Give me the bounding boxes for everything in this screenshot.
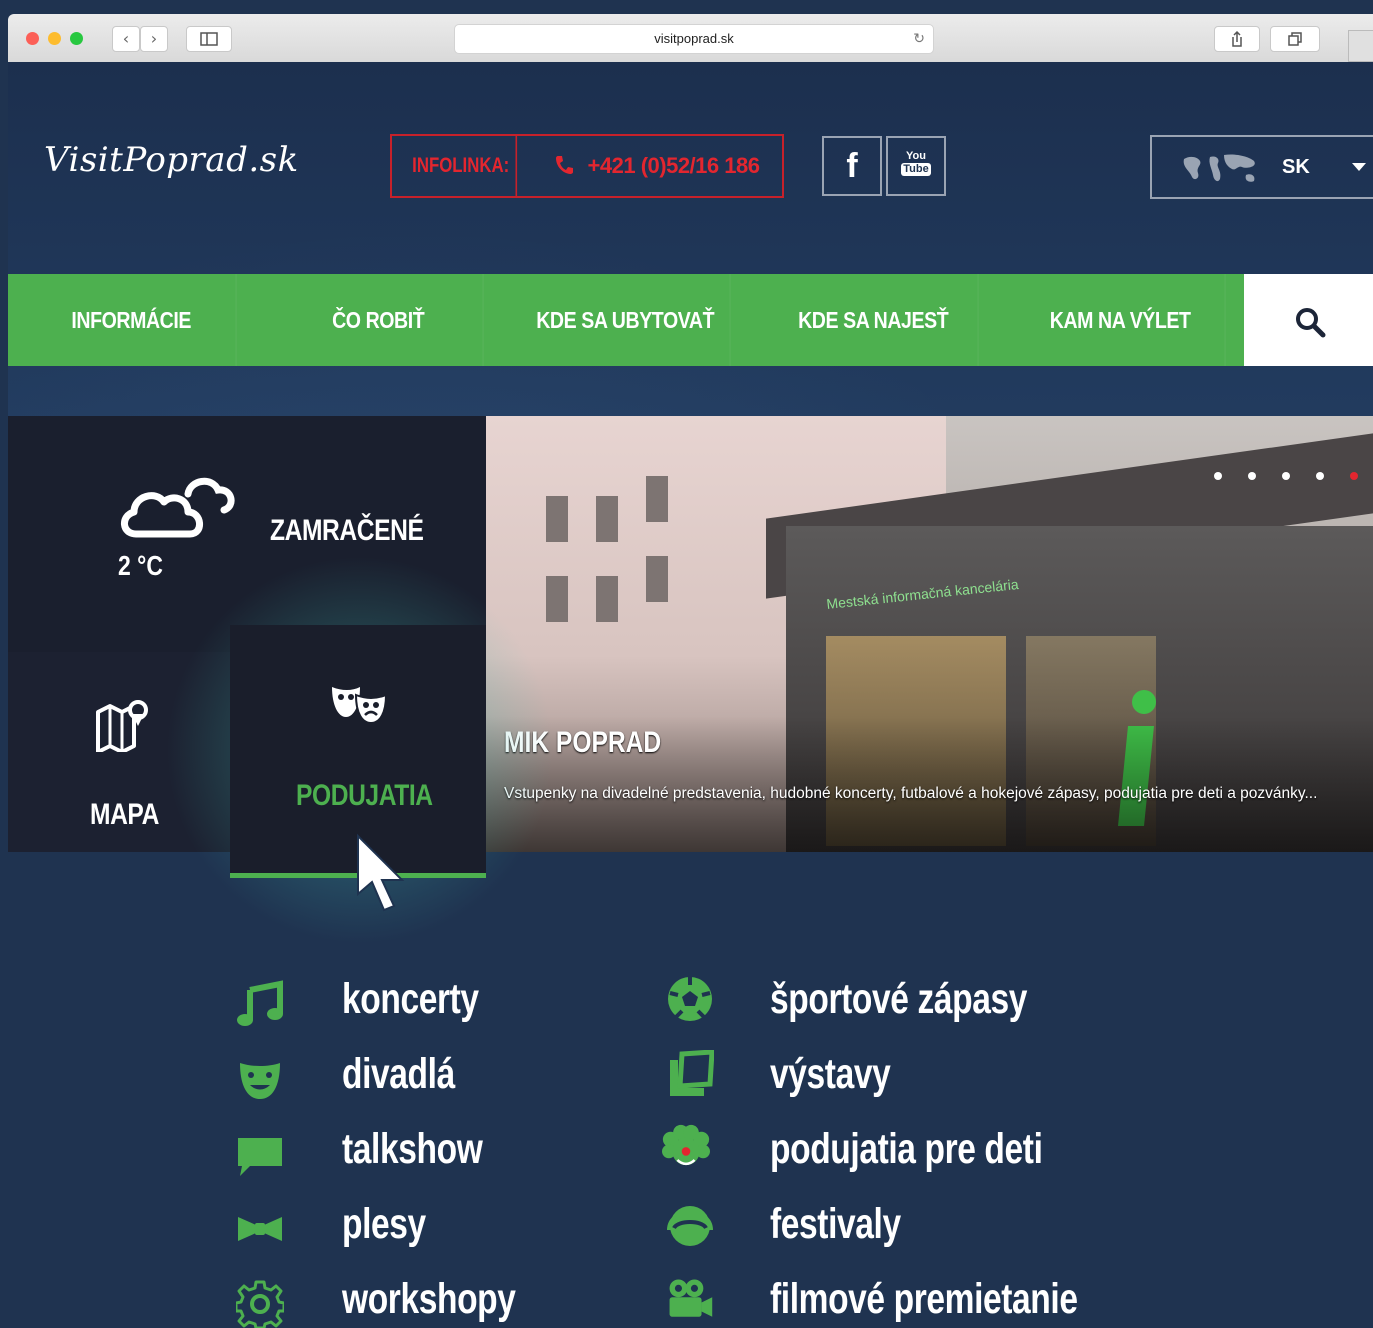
- language-code: SK: [1282, 156, 1310, 178]
- event-category-podujatia-pre-deti[interactable]: podujatia pre deti: [770, 1125, 1043, 1174]
- browser-toolbar: ‹ › visitpoprad.sk ↻: [8, 14, 1373, 63]
- music-note-icon: [237, 980, 283, 1026]
- speech-bubble-icon: [238, 1138, 282, 1176]
- cloudy-weather-icon: [121, 477, 235, 538]
- weather-temperature: 2 °C: [118, 550, 163, 581]
- theater-mask-icon: [240, 1063, 280, 1099]
- slider-dot[interactable]: [1214, 472, 1222, 480]
- site-logo[interactable]: VisitPoprad.sk: [44, 140, 299, 180]
- youtube-icon-top: You: [906, 150, 926, 162]
- event-category-workshopy[interactable]: workshopy: [342, 1275, 516, 1324]
- nav-item-kde-sa-ubytovat[interactable]: KDE SA UBYTOVAŤ: [521, 274, 732, 366]
- events-tile-label: PODUJATIA: [296, 779, 433, 812]
- infoline-phone[interactable]: +421 (0)52/16 186: [531, 136, 782, 196]
- new-tab-button[interactable]: [1348, 30, 1373, 62]
- tabs-icon: [1288, 32, 1302, 46]
- event-category-koncerty[interactable]: koncerty: [342, 975, 479, 1024]
- event-category-plesy[interactable]: plesy: [342, 1200, 426, 1249]
- hero-slider[interactable]: Mestská informačná kancelária MIK POPRAD…: [486, 416, 1373, 852]
- building-window: [546, 576, 568, 622]
- url-text: visitpoprad.sk: [654, 31, 734, 46]
- sidebar-icon: [200, 32, 218, 46]
- forward-button[interactable]: ›: [140, 26, 168, 52]
- close-window-button[interactable]: [26, 32, 39, 45]
- clown-icon: [662, 1124, 710, 1166]
- event-category-festivaly[interactable]: festivaly: [770, 1200, 901, 1249]
- event-category-sportove-zapasy[interactable]: športové zápasy: [770, 975, 1027, 1024]
- map-tile-label: MAPA: [90, 798, 159, 831]
- tabs-button[interactable]: [1270, 26, 1320, 52]
- nav-item-co-robit[interactable]: ČO ROBIŤ: [274, 274, 484, 366]
- building-window: [596, 576, 618, 622]
- chevron-down-icon: [1352, 163, 1366, 171]
- event-category-vystavy[interactable]: výstavy: [770, 1050, 891, 1099]
- bow-tie-icon: [238, 1217, 282, 1241]
- event-category-filmove-premietanie[interactable]: filmové premietanie: [770, 1275, 1078, 1324]
- building-window: [546, 496, 568, 542]
- gear-icon: [236, 1280, 284, 1328]
- main-navigation: INFORMÁCIE ČO ROBIŤ KDE SA UBYTOVAŤ KDE …: [8, 274, 1244, 366]
- share-button[interactable]: [1214, 26, 1260, 52]
- building-window: [596, 496, 618, 542]
- phone-icon: [555, 156, 573, 174]
- infoline-label: INFOLINKA:: [406, 136, 518, 196]
- map-pin-icon: [96, 700, 148, 752]
- slider-dot[interactable]: [1248, 472, 1256, 480]
- facebook-icon: f: [846, 147, 858, 185]
- maximize-window-button[interactable]: [70, 32, 83, 45]
- search-icon: [1296, 308, 1326, 338]
- slider-dot-active[interactable]: [1350, 472, 1358, 480]
- nav-item-informacie[interactable]: INFORMÁCIE: [27, 274, 237, 366]
- soccer-ball-icon: [668, 977, 712, 1021]
- back-button[interactable]: ‹: [112, 26, 140, 52]
- infoline-box[interactable]: INFOLINKA: +421 (0)52/16 186: [390, 134, 784, 198]
- address-bar[interactable]: visitpoprad.sk ↻: [454, 24, 934, 54]
- nav-item-kde-sa-najest[interactable]: KDE SA NAJESŤ: [768, 274, 979, 366]
- nav-item-kam-na-vylet[interactable]: KAM NA VÝLET: [1015, 274, 1226, 366]
- event-category-divadla[interactable]: divadlá: [342, 1050, 455, 1099]
- youtube-icon: You Tube: [888, 150, 944, 176]
- language-selector[interactable]: SK: [1150, 135, 1373, 199]
- youtube-icon-bottom: Tube: [901, 163, 931, 176]
- phone-number: +421 (0)52/16 186: [587, 153, 760, 178]
- event-category-talkshow[interactable]: talkshow: [342, 1125, 483, 1174]
- search-button[interactable]: [1244, 274, 1373, 366]
- sidebar-toggle-button[interactable]: [186, 26, 232, 52]
- building-window: [646, 556, 668, 602]
- building-window: [646, 476, 668, 522]
- world-map-icon: [1183, 154, 1255, 182]
- youtube-button[interactable]: You Tube: [886, 136, 946, 196]
- office-sign: Mestská informačná kancelária: [825, 575, 1020, 613]
- slider-dot[interactable]: [1316, 472, 1324, 480]
- slider-text: Vstupenky na divadelné predstavenia, hud…: [504, 785, 1318, 802]
- picture-frame-icon: [670, 1050, 714, 1096]
- minimize-window-button[interactable]: [48, 32, 61, 45]
- mouse-cursor-icon: [357, 833, 405, 912]
- film-camera-icon: [669, 1279, 713, 1317]
- theater-masks-icon: [332, 687, 388, 723]
- reload-icon[interactable]: ↻: [913, 25, 925, 53]
- facebook-button[interactable]: f: [822, 136, 882, 196]
- slider-dot[interactable]: [1282, 472, 1290, 480]
- headphones-icon: [667, 1206, 713, 1246]
- share-icon: [1232, 30, 1242, 47]
